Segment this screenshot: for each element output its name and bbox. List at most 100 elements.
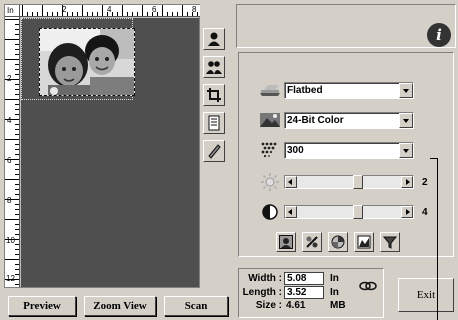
scan-source-dropdown[interactable]: Flatbed xyxy=(284,81,414,99)
ruler-tick xyxy=(15,69,19,70)
ruler-tick xyxy=(192,12,193,16)
ruler-tick xyxy=(27,12,28,16)
preview-photo xyxy=(39,28,135,96)
ruler-tick xyxy=(15,209,19,210)
ruler-top: 2 4 6 8 xyxy=(20,5,200,17)
filter-icon[interactable] xyxy=(380,232,400,252)
ruler-tick xyxy=(15,244,19,245)
slider-left-arrow-icon[interactable] xyxy=(285,176,297,188)
ruler-tick xyxy=(72,12,73,16)
image-type-dropdown[interactable]: 24-Bit Color xyxy=(284,111,414,129)
two-persons-icon[interactable] xyxy=(203,56,225,78)
color-wheel-icon[interactable] xyxy=(328,232,348,252)
brightness-slider-thumb[interactable] xyxy=(353,175,363,189)
ruler-tick xyxy=(15,269,19,270)
ruler-tick xyxy=(5,99,19,100)
resolution-dots-icon xyxy=(256,140,284,160)
info-button[interactable]: i xyxy=(427,23,451,47)
ruler-tick xyxy=(15,154,19,155)
exit-button[interactable]: Exit xyxy=(398,278,454,312)
document-icon[interactable] xyxy=(203,112,225,134)
scan-source-value: Flatbed xyxy=(287,84,323,96)
ruler-tick xyxy=(152,12,153,16)
portrait-icon[interactable] xyxy=(276,232,296,252)
ruler-tick xyxy=(15,234,19,235)
resolution-row: 300 xyxy=(256,140,414,160)
ruler-tick xyxy=(15,44,19,45)
resolution-dropdown[interactable]: 300 xyxy=(284,141,414,159)
ruler-tick xyxy=(132,12,133,16)
contrast-icon xyxy=(256,202,284,222)
ruler-tick xyxy=(87,12,88,16)
ruler-tick xyxy=(82,5,83,16)
ruler-tick xyxy=(177,12,178,16)
ruler-tick xyxy=(5,119,19,120)
ruler-tick xyxy=(67,12,68,16)
ruler-tick xyxy=(107,12,108,16)
ruler-tick xyxy=(15,164,19,165)
ruler-tick xyxy=(5,59,19,60)
contrast-row: 4 xyxy=(256,202,428,222)
ruler-tick xyxy=(15,194,19,195)
ruler-tick xyxy=(15,249,19,250)
size-label: Size : xyxy=(255,300,282,311)
ruler-tick xyxy=(37,12,38,16)
length-row: Length : 3.52 In xyxy=(242,286,350,299)
ruler-tick xyxy=(127,12,128,16)
chevron-down-icon[interactable] xyxy=(399,82,413,98)
ruler-tick xyxy=(15,29,19,30)
brightness-sun-icon xyxy=(256,172,284,192)
ruler-tick xyxy=(15,64,19,65)
width-label: Width : xyxy=(248,273,282,284)
contrast-slider-thumb[interactable] xyxy=(353,205,363,219)
ruler-tick xyxy=(15,169,19,170)
pen-icon[interactable] xyxy=(203,140,225,162)
single-person-icon[interactable] xyxy=(203,28,225,50)
crop-icon[interactable] xyxy=(203,84,225,106)
brightness-slider[interactable] xyxy=(284,175,414,189)
chevron-down-icon[interactable] xyxy=(399,142,413,158)
ruler-tick xyxy=(187,12,188,16)
image-type-row: 24-Bit Color xyxy=(256,110,414,130)
image-type-value: 24-Bit Color xyxy=(287,114,344,126)
ruler-tick xyxy=(15,189,19,190)
ruler-tick xyxy=(15,84,19,85)
ruler-tick xyxy=(5,39,19,40)
width-field[interactable]: 5.08 xyxy=(284,272,324,285)
ruler-tick xyxy=(117,12,118,16)
preview-area: In 2 4 6 8 2 4 6 8 10 12 xyxy=(4,4,200,288)
ruler-tick xyxy=(182,5,183,16)
zoom-view-button[interactable]: Zoom View xyxy=(84,296,156,316)
slider-right-arrow-icon[interactable] xyxy=(401,206,413,218)
ruler-tick xyxy=(137,12,138,16)
scanner-window: In 2 4 6 8 2 4 6 8 10 12 xyxy=(0,0,458,320)
length-field[interactable]: 3.52 xyxy=(284,286,324,299)
ruler-tick xyxy=(5,19,19,20)
color-balance-icon[interactable] xyxy=(302,232,322,252)
scan-button[interactable]: Scan xyxy=(164,296,228,316)
ruler-tick xyxy=(42,5,43,16)
chain-link-icon[interactable] xyxy=(358,279,378,293)
ruler-tick xyxy=(15,274,19,275)
scan-bed[interactable] xyxy=(21,18,199,287)
ruler-tick xyxy=(15,284,19,285)
ruler-tick xyxy=(15,49,19,50)
levels-icon[interactable] xyxy=(354,232,374,252)
slider-right-arrow-icon[interactable] xyxy=(401,176,413,188)
ruler-tick xyxy=(15,114,19,115)
chevron-down-icon[interactable] xyxy=(399,112,413,128)
ruler-tick xyxy=(122,5,123,16)
ruler-tick xyxy=(5,259,19,260)
contrast-slider[interactable] xyxy=(284,205,414,219)
length-unit: In xyxy=(330,287,339,298)
ruler-tick xyxy=(5,239,19,240)
ruler-tick xyxy=(15,24,19,25)
slider-left-arrow-icon[interactable] xyxy=(285,206,297,218)
preview-button[interactable]: Preview xyxy=(8,296,76,316)
ruler-tick xyxy=(15,204,19,205)
ruler-tick xyxy=(15,54,19,55)
ruler-tick xyxy=(102,5,103,16)
ruler-tick xyxy=(15,74,19,75)
ruler-tick xyxy=(112,12,113,16)
ruler-tick xyxy=(15,174,19,175)
